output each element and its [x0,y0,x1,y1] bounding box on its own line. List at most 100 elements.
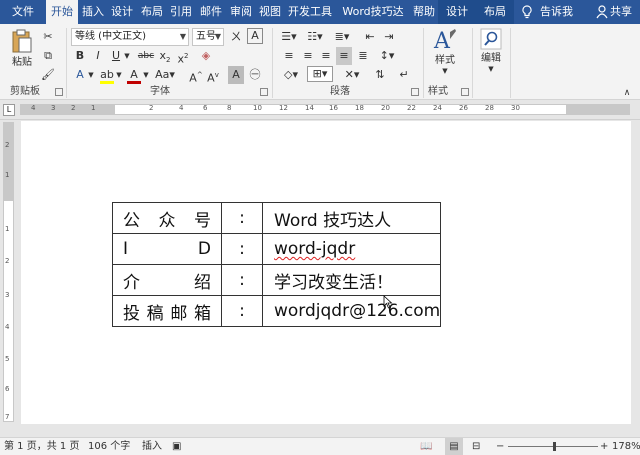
table-cell[interactable]: : [221,295,263,327]
justify-icon[interactable]: ≡ [336,47,352,65]
editing-label: 编辑 [481,53,501,64]
tab-table-layout[interactable]: 布局 [476,0,514,24]
table-cell[interactable]: wordjqdr@126.com [261,295,442,327]
text-effects-icon[interactable]: A [73,66,87,84]
numbering-icon[interactable]: ☷▾ [304,28,326,46]
tab-developer[interactable]: 开发工具 [286,0,334,24]
tab-layout[interactable]: 布局 [139,0,165,24]
clipboard-launcher-icon[interactable] [55,88,63,96]
clear-formatting-icon[interactable]: ◈ [198,47,214,65]
underline-icon[interactable]: U [109,47,123,65]
phonetic-guide-icon[interactable]: ㄨ [228,28,244,46]
styles-button[interactable]: A 样式 ▼ [428,28,462,82]
character-shading-icon[interactable]: A [228,66,244,84]
paragraph-launcher-icon[interactable] [411,88,419,96]
document-page[interactable]: 公众号 : Word 技巧达人 ID : word-jqdr 介绍 : 学习改变… [21,121,631,424]
table-row[interactable]: 介绍 : 学习改变生活！ [112,264,442,296]
word-count[interactable]: 106 个字 [88,438,130,455]
chevron-down-icon[interactable]: ▼ [87,66,95,84]
increase-indent-icon[interactable]: ⇥ [381,28,397,46]
chevron-down-icon[interactable]: ▼ [115,66,123,84]
ruler-number: 30 [511,104,520,112]
tab-mailings[interactable]: 邮件 [198,0,224,24]
tab-file[interactable]: 文件 [4,0,42,24]
shading-icon[interactable]: ◇▾ [280,66,302,84]
tab-table-design[interactable]: 设计 [438,0,476,24]
paste-button[interactable]: 粘贴 [6,28,38,82]
page-count[interactable]: 第 1 页，共 1 页 [4,438,79,455]
web-layout-icon[interactable]: ⊟ [472,438,480,455]
table-cell[interactable]: 公众号 [112,202,222,234]
table-row[interactable]: ID : word-jqdr [112,233,442,265]
tab-review[interactable]: 审阅 [228,0,254,24]
italic-icon[interactable]: I [91,47,105,65]
table-cell[interactable]: word-jqdr [261,233,442,265]
format-painter-icon[interactable]: 🖌 [40,66,56,84]
vertical-ruler[interactable]: 2 1 1 2 3 4 5 6 7 [3,122,14,422]
person-icon [596,5,608,19]
chevron-down-icon[interactable]: ▼ [123,47,131,65]
borders-icon[interactable]: ⊞▾ [307,66,333,82]
font-launcher-icon[interactable] [260,88,268,96]
line-spacing-icon[interactable]: ↕▾ [376,47,398,65]
table-cell[interactable]: 介绍 [112,264,222,296]
tab-word-tips[interactable]: Word技巧达人 [337,0,409,42]
grow-font-icon[interactable]: A^ [189,66,203,85]
align-left-icon[interactable]: ≡ [281,47,297,65]
tab-help[interactable]: 帮助 [411,0,437,24]
zoom-slider-thumb[interactable] [553,442,556,451]
chevron-down-icon[interactable]: ▼ [142,66,150,84]
read-mode-icon[interactable]: 📖 [420,438,432,455]
table-cell[interactable]: 投稿邮箱 [112,295,222,327]
styles-launcher-icon[interactable] [461,88,469,96]
editing-button[interactable]: 编辑 ▼ [476,28,506,82]
table-cell[interactable]: ID [112,233,222,265]
tab-view[interactable]: 视图 [257,0,283,24]
table-cell[interactable]: 学习改变生活！ [261,264,442,296]
insert-mode[interactable]: 插入 [142,438,162,455]
vertical-scrollbar[interactable] [632,121,640,437]
table-cell[interactable]: : [221,202,263,234]
macro-record-icon[interactable]: ▣ [172,438,181,455]
tab-insert[interactable]: 插入 [80,0,106,24]
zoom-level[interactable]: 178% [612,438,640,455]
show-marks-icon[interactable]: ↵ [396,66,412,84]
zoom-in-icon[interactable]: + [600,438,608,455]
superscript-icon[interactable]: x2 [176,47,190,66]
tab-references[interactable]: 引用 [168,0,194,24]
tab-design[interactable]: 设计 [109,0,135,24]
align-right-icon[interactable]: ≡ [318,47,334,65]
zoom-out-icon[interactable]: − [496,438,504,455]
table-cell[interactable]: Word 技巧达人 [261,202,442,234]
ruler-number: 2 [149,104,154,112]
decrease-indent-icon[interactable]: ⇤ [362,28,378,46]
subscript-icon[interactable]: x2 [158,47,172,65]
tab-selector-icon[interactable]: L [3,104,15,116]
horizontal-ruler[interactable]: 4 3 2 1 2 4 6 8 10 12 14 16 18 20 22 24 26 28 30 [20,104,630,115]
chevron-down-icon: ▼ [214,32,221,41]
table-cell[interactable]: : [221,264,263,296]
align-center-icon[interactable]: ≡ [300,47,316,65]
distributed-icon[interactable]: ≣ [355,47,371,65]
highlight-icon[interactable]: ab [99,66,115,84]
multilevel-list-icon[interactable]: ≣▾ [331,28,353,46]
table-cell[interactable]: : [221,233,263,265]
bold-icon[interactable]: B [73,47,87,65]
character-border-icon[interactable]: A [247,28,263,44]
copy-icon[interactable]: ⧉ [40,47,56,65]
bullets-icon[interactable]: ☰▾ [278,28,300,46]
ruler-number: 4 [179,104,184,112]
strikethrough-icon[interactable]: abc [136,47,156,65]
font-color-icon[interactable]: A [126,66,142,84]
cut-icon[interactable]: ✂ [40,28,56,46]
chinese-layout-icon[interactable]: ✕▾ [340,66,364,84]
change-case-icon[interactable]: Aa▾ [155,66,175,84]
table-row[interactable]: 公众号 : Word 技巧达人 [112,202,442,234]
font-size-combo[interactable]: 五号 ▼ [192,28,224,46]
tab-home[interactable]: 开始 [46,0,78,24]
font-name-combo[interactable]: 等线 (中文正文) ▼ [71,28,189,46]
print-layout-icon[interactable]: ▤ [445,438,463,455]
enclose-characters-icon[interactable]: ㊀ [247,66,263,84]
shrink-font-icon[interactable]: Av [206,66,220,85]
sort-icon[interactable]: ⇅ [372,66,388,84]
